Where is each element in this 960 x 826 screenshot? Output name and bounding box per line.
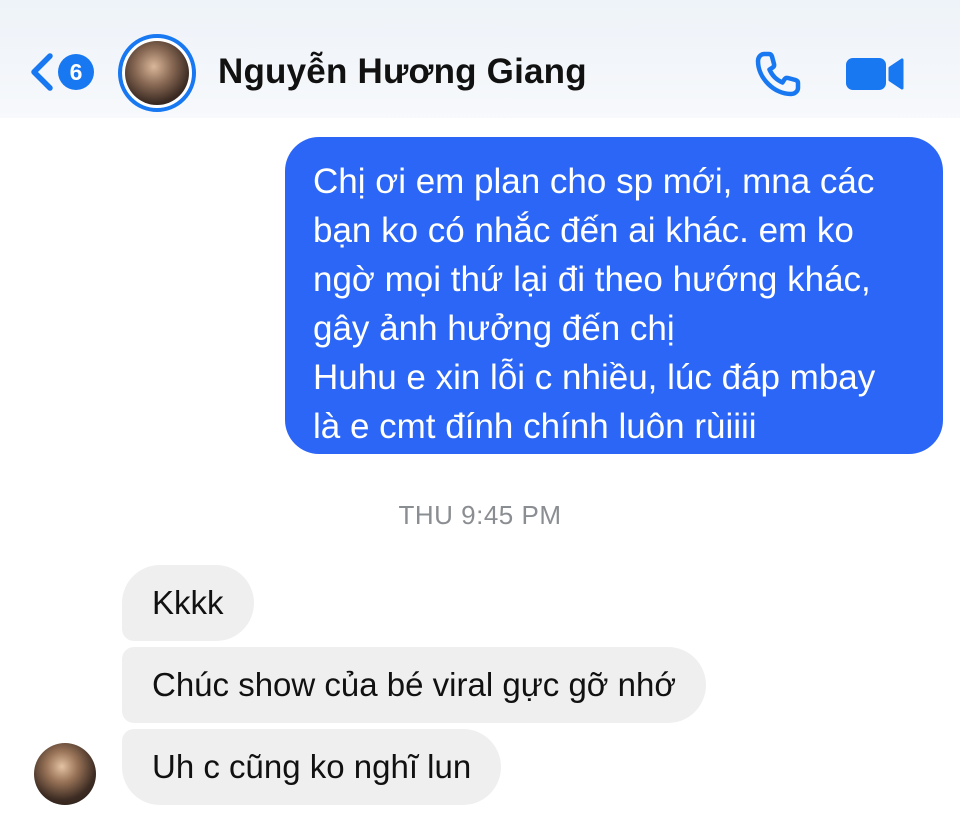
contact-avatar[interactable]	[118, 34, 196, 112]
contact-avatar-image	[125, 41, 189, 105]
contact-name[interactable]: Nguyễn Hương Giang	[218, 52, 587, 92]
back-button[interactable]: 6	[28, 52, 98, 92]
message-timestamp: THU 9:45 PM	[398, 500, 562, 530]
audio-call-button[interactable]	[752, 48, 804, 100]
incoming-message-bubble[interactable]: Chúc show của bé viral gực gỡ nhớ	[122, 647, 706, 723]
video-call-button[interactable]	[842, 52, 906, 96]
outgoing-message-bubble[interactable]: Chị ơi em plan cho sp mới, mna các bạn k…	[285, 137, 943, 454]
unread-count-badge: 6	[58, 54, 94, 90]
sender-avatar[interactable]	[34, 743, 96, 805]
message-line: gây ảnh hưởng đến chị	[313, 309, 675, 348]
message-line: là e cmt đính chính luôn rùiiii	[313, 407, 757, 446]
message-line: ngờ mọi thứ lại đi theo hướng khác,	[313, 260, 871, 299]
message-line: Chị ơi em plan cho sp mới, mna các	[313, 162, 875, 201]
video-camera-icon	[846, 58, 904, 90]
incoming-message-bubble[interactable]: Kkkk	[122, 565, 254, 641]
chat-header: 6 Nguyễn Hương Giang	[0, 0, 960, 118]
chevron-left-icon	[31, 53, 53, 91]
phone-icon	[755, 51, 801, 97]
message-line: bạn ko có nhắc đến ai khác. em ko	[313, 211, 854, 250]
incoming-message-bubble[interactable]: Uh c cũng ko nghĩ lun	[122, 729, 502, 805]
message-line: Huhu e xin lỗi c nhiều, lúc đáp mbay	[313, 358, 876, 397]
